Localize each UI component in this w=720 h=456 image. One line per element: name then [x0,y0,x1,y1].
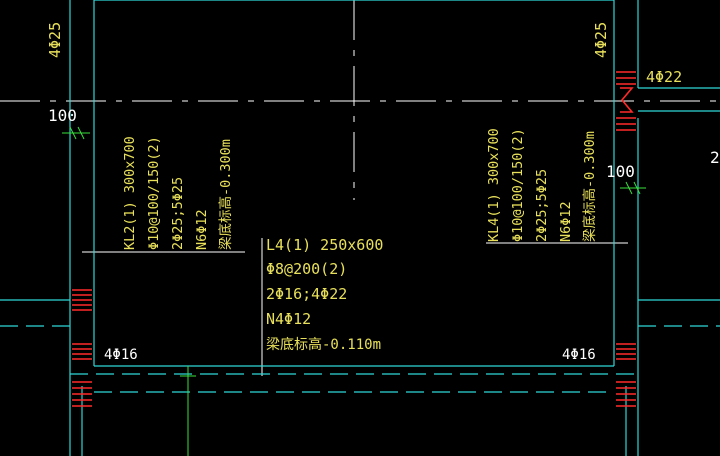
kl4-line-2: Φ10@100/150(2) [510,128,526,242]
kl4-line-1: KL4(1) 300x700 [486,128,502,242]
l4-line-1: L4(1) 250x600 [266,236,384,254]
axis-lines [0,0,720,376]
kl2-line-3: 2Φ25;5Φ25 [170,176,186,250]
rebar-hatch-right-mid [616,117,636,131]
rebar-hatch-left-mid [72,289,92,311]
rebar-hatch-right-top [616,71,636,113]
rebar-label-bottom-left[interactable]: 4Φ16 [104,348,138,362]
rebar-hatch-right-low [616,343,636,360]
l4-line-4: N4Φ12 [266,310,312,328]
edge-fragment-label: 2 [710,148,720,167]
kl2-line-2: Φ10@100/150(2) [146,136,162,250]
rebar-label-bottom-right[interactable]: 4Φ16 [562,348,596,362]
l4-line-3: 2Φ16;4Φ22 [266,285,348,303]
kl2-line-5: 梁底标高-0.300m [218,139,234,250]
cad-drawing-canvas[interactable]: 4Φ25 4Φ25 4Φ22 100 100 2 4Φ16 4Φ16 KL2(1… [0,0,720,456]
kl2-line-4: N6Φ12 [194,209,210,250]
rebar-label-top-right[interactable]: 4Φ25 [592,22,610,58]
l4-line-5: 梁底标高-0.110m [266,337,382,353]
drawing-linework [0,0,720,456]
kl4-line-5: 梁底标高-0.300m [582,131,598,242]
rebar-label-top-left[interactable]: 4Φ25 [46,22,64,58]
wall-outlines [0,0,720,456]
rebar-label-right[interactable]: 4Φ22 [646,70,682,85]
l4-line-2: Φ8@200(2) [266,260,348,278]
kl4-line-3: 2Φ25;5Φ25 [534,168,550,242]
dimension-label-left[interactable]: 100 [48,108,77,124]
kl4-line-4: N6Φ12 [558,201,574,242]
rebar-hatch-left-low [72,343,92,360]
dimension-label-right[interactable]: 100 [606,164,635,180]
kl2-line-1: KL2(1) 300x700 [122,136,138,250]
